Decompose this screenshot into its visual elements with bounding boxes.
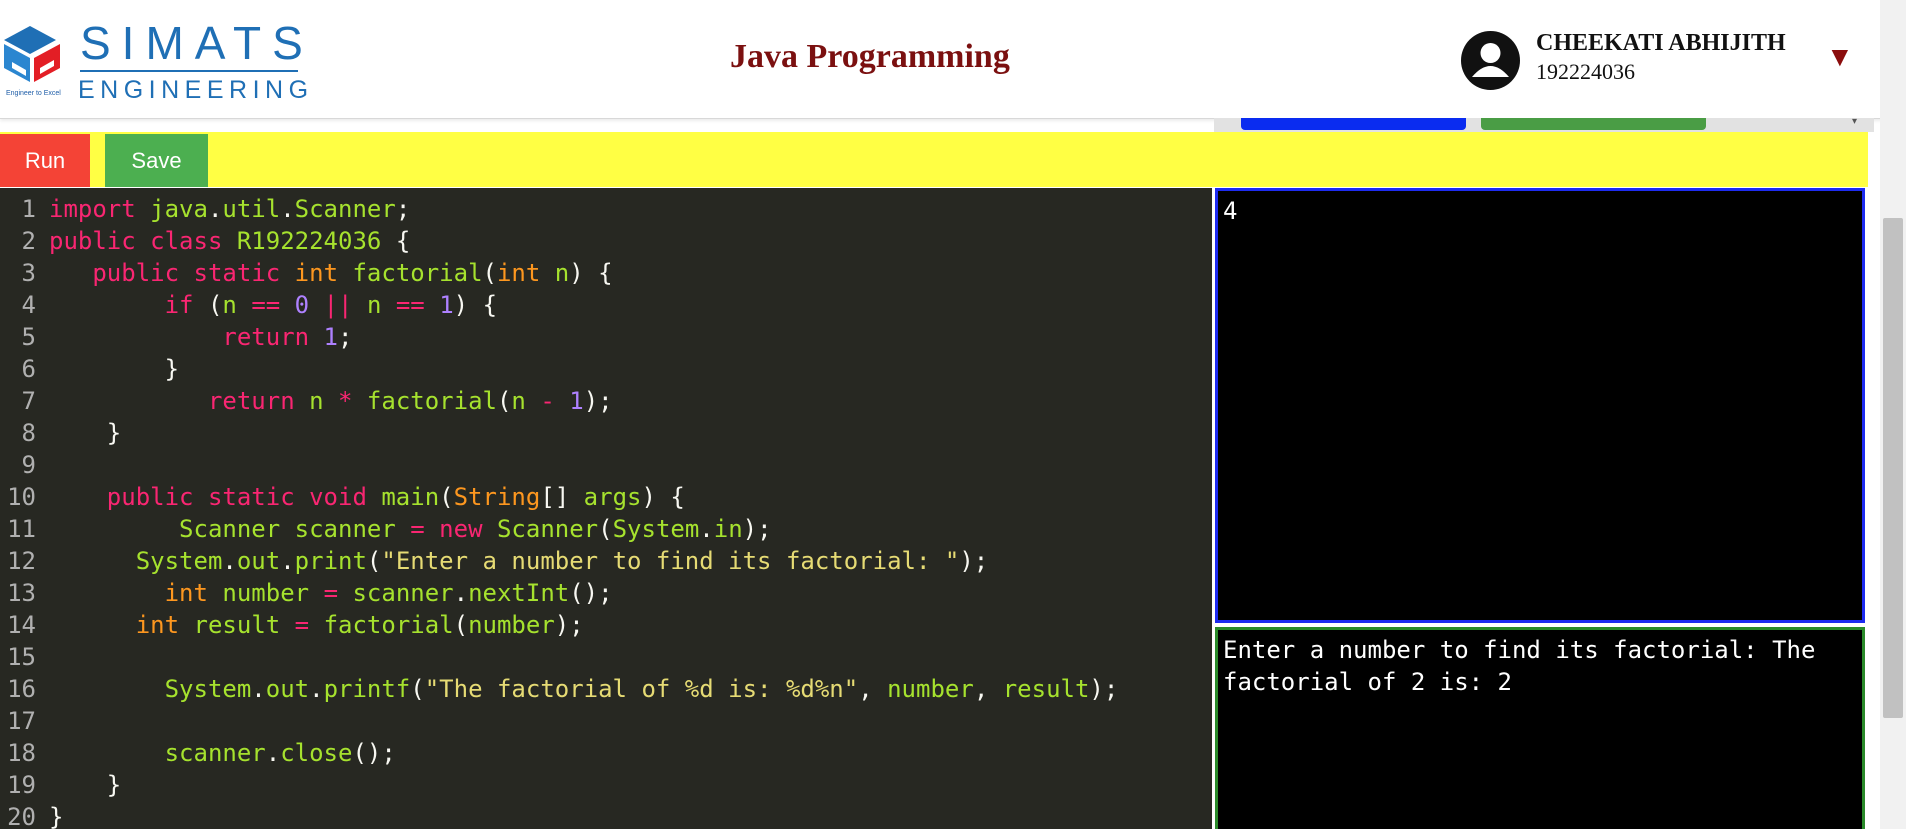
code-line[interactable]: return 1; bbox=[49, 321, 1118, 353]
user-avatar-icon[interactable] bbox=[1461, 31, 1520, 90]
line-number: 14 bbox=[7, 611, 36, 639]
line-number: 17 bbox=[7, 707, 36, 735]
line-number: 18 bbox=[7, 739, 36, 767]
code-line[interactable]: if (n == 0 || n == 1) { bbox=[49, 289, 1118, 321]
page-scrollbar-thumb[interactable] bbox=[1883, 218, 1903, 718]
code-line[interactable] bbox=[49, 449, 1118, 481]
line-number-gutter: 1 2 3 4 5 6 7 8 9 10 11 12 13 14 15 16 1… bbox=[0, 193, 40, 829]
logo-tagline: Engineer to Excel bbox=[6, 90, 61, 97]
app-header: Engineer to Excel SIMATS ENGINEERING Jav… bbox=[0, 0, 1906, 119]
line-number: 13 bbox=[7, 579, 36, 607]
program-input-panel[interactable]: 4 bbox=[1215, 188, 1865, 623]
code-line[interactable]: scanner.close(); bbox=[49, 737, 1118, 769]
code-line[interactable]: Scanner scanner = new Scanner(System.in)… bbox=[49, 513, 1118, 545]
small-caret-icon[interactable]: ▾ bbox=[1852, 116, 1857, 127]
line-number: 1 bbox=[21, 195, 36, 223]
logo-divider bbox=[80, 70, 298, 72]
logo-mark-icon bbox=[4, 26, 60, 82]
line-number: 3 bbox=[21, 259, 36, 287]
code-line[interactable]: return n * factorial(n - 1); bbox=[49, 385, 1118, 417]
code-line[interactable]: } bbox=[49, 417, 1118, 449]
code-line[interactable]: } bbox=[49, 801, 1118, 829]
hidden-green-button[interactable] bbox=[1481, 118, 1706, 130]
program-output-panel: Enter a number to find its factorial: Th… bbox=[1215, 627, 1865, 829]
program-input-text[interactable]: 4 bbox=[1223, 195, 1852, 227]
user-id: 192224036 bbox=[1536, 59, 1635, 84]
code-line[interactable] bbox=[49, 705, 1118, 737]
code-line[interactable]: System.out.print("Enter a number to find… bbox=[49, 545, 1118, 577]
line-number: 4 bbox=[21, 291, 36, 319]
logo-subtitle: ENGINEERING bbox=[78, 76, 314, 104]
line-number: 9 bbox=[21, 451, 36, 479]
code-line[interactable]: } bbox=[49, 769, 1118, 801]
line-number: 19 bbox=[7, 771, 36, 799]
line-number: 6 bbox=[21, 355, 36, 383]
line-number: 10 bbox=[7, 483, 36, 511]
line-number: 15 bbox=[7, 643, 36, 671]
program-output-text: Enter a number to find its factorial: Th… bbox=[1223, 636, 1830, 696]
logo-name: SIMATS bbox=[80, 17, 314, 69]
code-line[interactable]: int result = factorial(number); bbox=[49, 609, 1118, 641]
line-number: 12 bbox=[7, 547, 36, 575]
code-editor[interactable]: 1 2 3 4 5 6 7 8 9 10 11 12 13 14 15 16 1… bbox=[0, 188, 1212, 829]
code-line[interactable]: } bbox=[49, 353, 1118, 385]
run-button[interactable]: Run bbox=[0, 134, 90, 187]
simats-logo: Engineer to Excel SIMATS ENGINEERING bbox=[0, 20, 310, 104]
code-line[interactable]: int number = scanner.nextInt(); bbox=[49, 577, 1118, 609]
code-line[interactable]: public class R192224036 { bbox=[49, 225, 1118, 257]
code-line[interactable]: public static void main(String[] args) { bbox=[49, 481, 1118, 513]
line-number: 11 bbox=[7, 515, 36, 543]
line-number: 16 bbox=[7, 675, 36, 703]
code-line[interactable] bbox=[49, 641, 1118, 673]
code-line[interactable]: System.out.printf("The factorial of %d i… bbox=[49, 673, 1119, 705]
code-line[interactable]: import java.util.Scanner; bbox=[49, 193, 1118, 225]
page-title: Java Programming bbox=[730, 38, 1010, 75]
line-number: 7 bbox=[21, 387, 36, 415]
code-content[interactable]: import java.util.Scanner; public class R1… bbox=[49, 193, 1118, 829]
hidden-blue-button[interactable] bbox=[1241, 118, 1466, 130]
line-number: 8 bbox=[21, 419, 36, 447]
caret-down-icon[interactable]: ▼ bbox=[1826, 42, 1854, 72]
line-number: 2 bbox=[21, 227, 36, 255]
user-name: CHEEKATI ABHIJITH bbox=[1536, 30, 1786, 56]
code-line[interactable]: public static int factorial(int n) { bbox=[49, 257, 1118, 289]
line-number: 20 bbox=[7, 803, 36, 829]
save-button[interactable]: Save bbox=[105, 134, 208, 187]
editor-toolbar bbox=[0, 132, 1868, 187]
line-number: 5 bbox=[21, 323, 36, 351]
